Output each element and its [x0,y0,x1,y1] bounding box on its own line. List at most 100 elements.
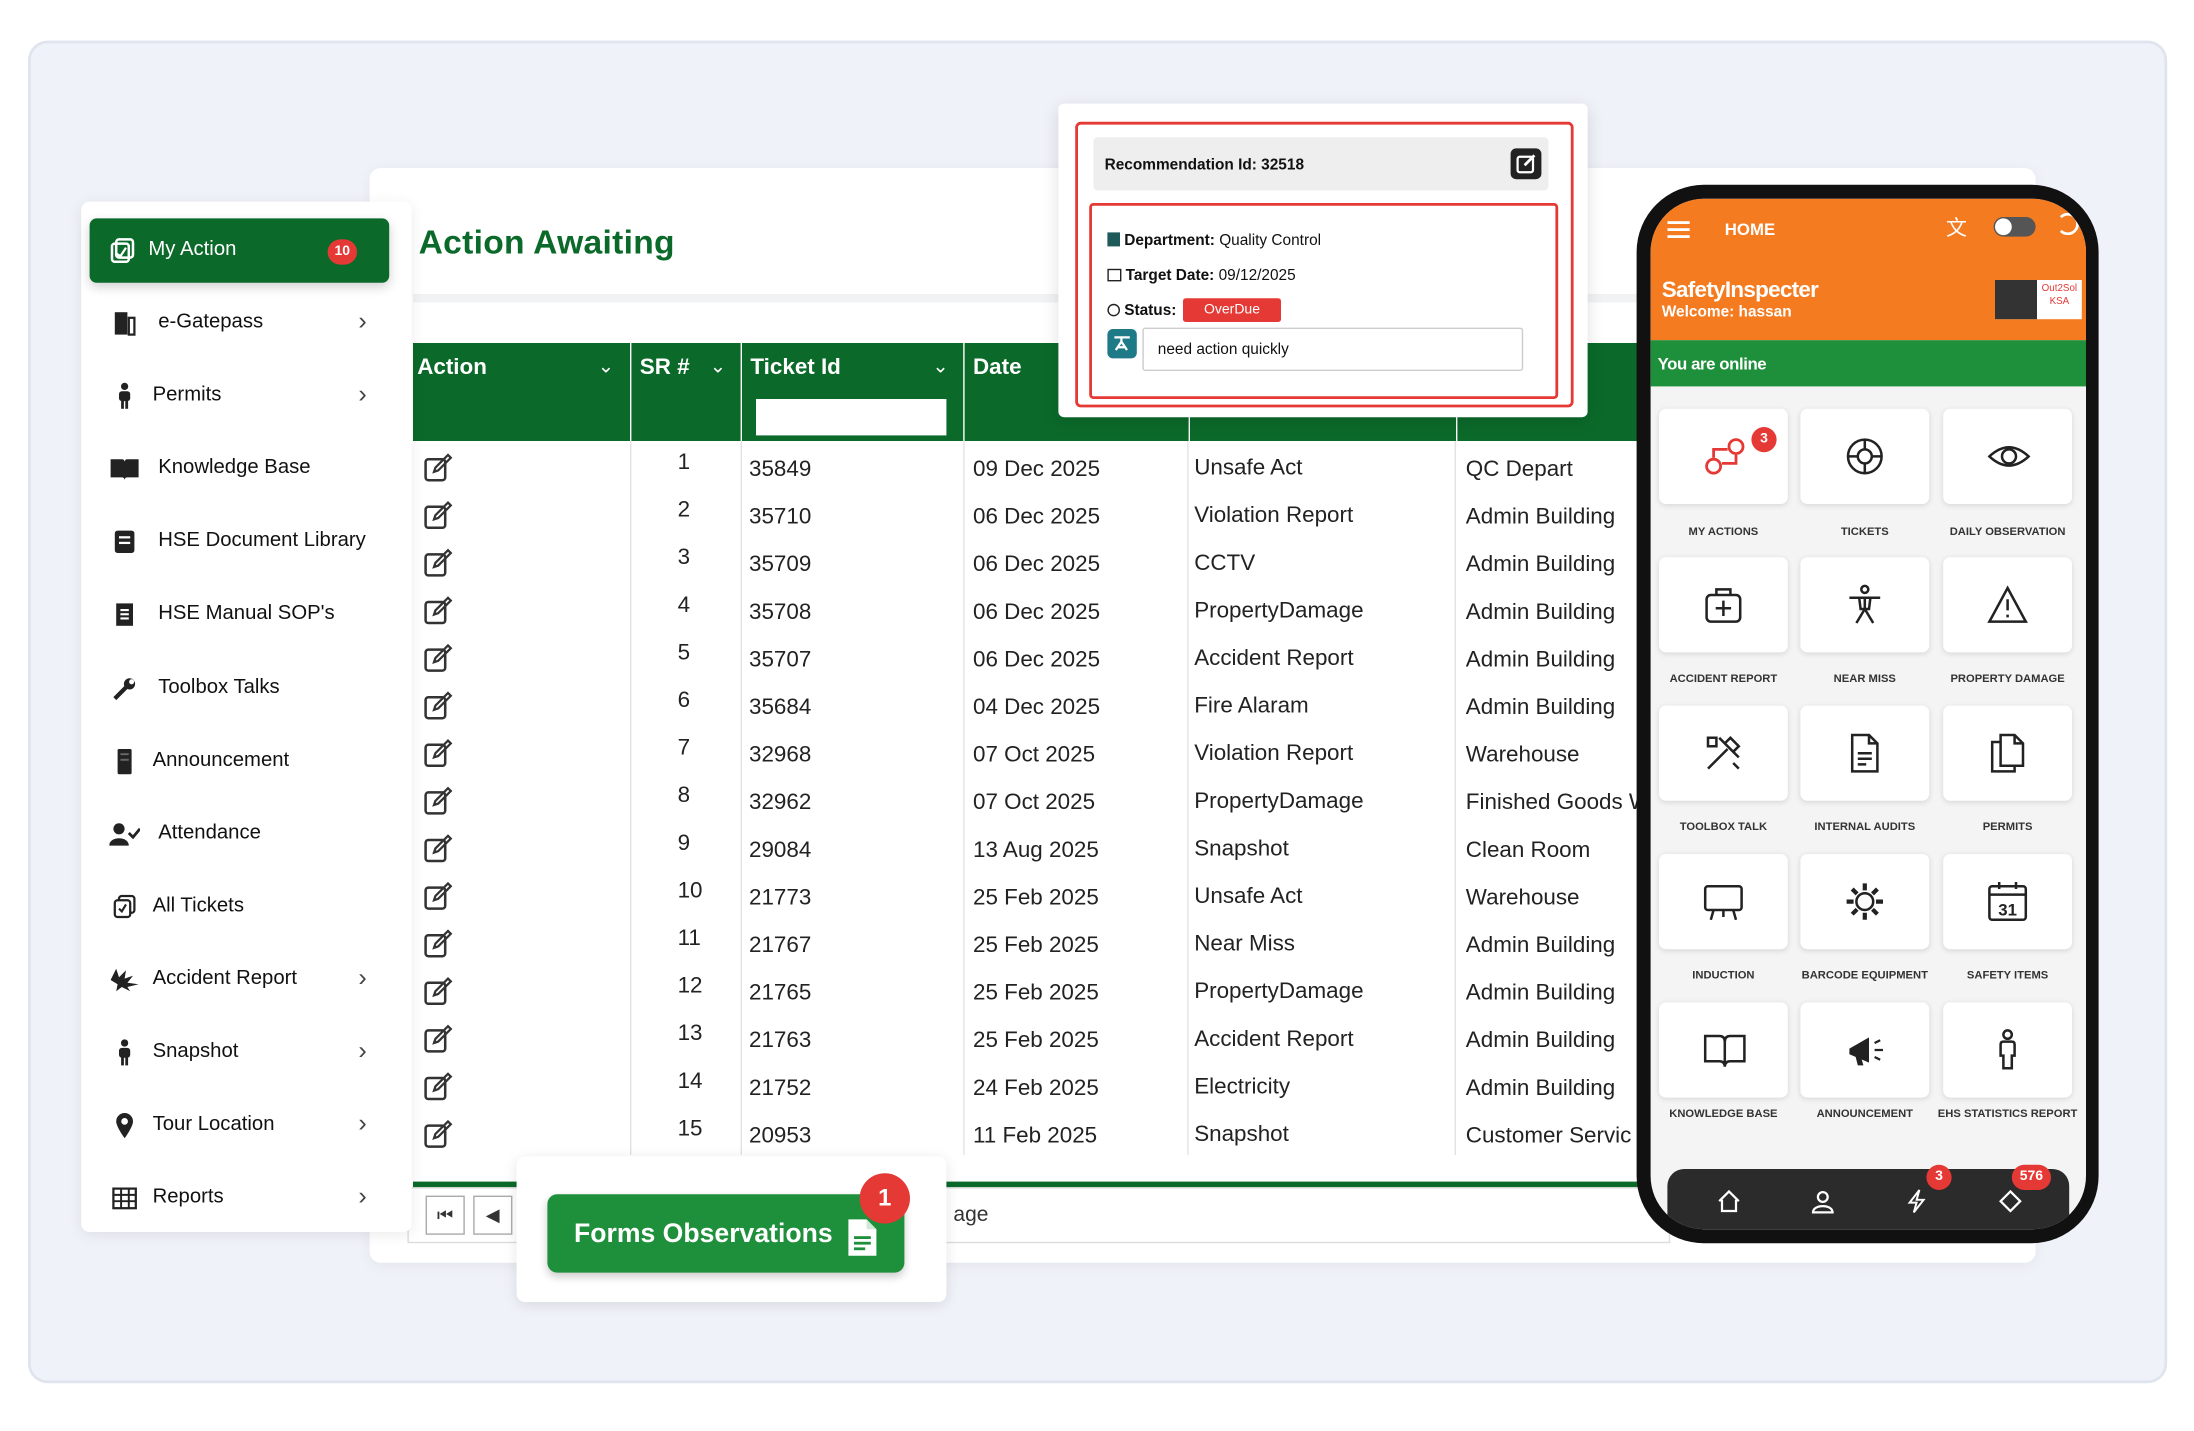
refresh-icon[interactable] [2056,212,2079,236]
tile-barcode-equipment[interactable] [1800,854,1930,950]
app-name: SafetyInspecter [1661,278,1819,303]
edit-icon[interactable] [423,976,454,1007]
first-page-button[interactable]: ⏮ [425,1195,465,1235]
tile-ehs-statistics-report[interactable] [1943,1002,2072,1098]
sidebar-item-snapshot[interactable]: Snapshot › [90,1022,420,1084]
comment-field[interactable]: need action quickly [1142,327,1524,371]
tile-accident-report[interactable] [1659,557,1788,653]
sidebar-item-attendance[interactable]: Attendance [90,803,420,865]
tile-daily-observation[interactable] [1943,408,2072,504]
ticket-id-cell: 21752 [749,1076,812,1101]
sidebar-item-accident-report[interactable]: Accident Report › [90,949,420,1011]
date-cell: 11 Feb 2025 [973,1124,1098,1148]
table-row[interactable]: 13 21763 25 Feb 2025 Accident Report Admin B… [413,1016,1673,1064]
home-icon[interactable] [1716,1189,1741,1214]
sidebar-item-all-tickets[interactable]: All Tickets [90,876,420,938]
tile-announcement[interactable] [1800,1002,1930,1098]
table-row[interactable]: 14 21752 24 Feb 2025 Electricity Admin Build… [413,1064,1673,1112]
tile-induction[interactable] [1659,854,1788,950]
chevron-right-icon[interactable]: › [358,380,386,409]
lightning-icon[interactable] [1904,1189,1929,1214]
ticket-icon[interactable] [1998,1189,2023,1214]
column-ticket-id[interactable]: Ticket Id ⌄ [742,343,965,441]
edit-icon[interactable] [1510,148,1542,180]
sidebar-item-reports[interactable]: Reports › [90,1168,420,1230]
sidebar-item-tour-location[interactable]: Tour Location › [90,1095,420,1157]
tile-my-actions[interactable]: 3 [1659,408,1788,504]
edit-icon[interactable] [423,1071,454,1102]
tile-label: TICKETS [1840,525,1889,538]
tile-internal-audits[interactable] [1800,705,1930,801]
table-row[interactable]: 3 35709 06 Dec 2025 CCTV Admin Building [413,540,1673,588]
type-cell: Violation Report [1194,504,1354,528]
tile-label: MY ACTIONS [1688,525,1759,538]
edit-icon[interactable] [423,1023,454,1054]
edit-icon[interactable] [423,595,454,626]
sidebar-item-permits[interactable]: Permits › [90,366,420,428]
edit-icon[interactable] [423,785,454,816]
sidebar-item-toolbox-talks[interactable]: Toolbox Talks [90,657,420,719]
tile-permits[interactable] [1943,705,2072,801]
table-row[interactable]: 7 32968 07 Oct 2025 Violation Report Warehou… [413,731,1673,779]
column-sr[interactable]: SR # ⌄ [631,343,742,441]
table-row[interactable]: 11 21767 25 Feb 2025 Near Miss Admin Buildin… [413,921,1673,969]
theme-toggle[interactable] [1993,217,2036,237]
edit-icon[interactable] [423,643,454,674]
edit-icon[interactable] [423,833,454,864]
location-cell: Admin Building [1465,1076,1616,1101]
table-row[interactable]: 10 21773 25 Feb 2025 Unsafe Act Warehouse [413,874,1673,922]
sidebar-item-my-action[interactable]: My Action 10 [89,218,390,283]
company-logo: Out2Sol KSA [1995,280,2082,320]
table-row[interactable]: 2 35710 06 Dec 2025 Violation Report Admin B… [413,493,1673,541]
table-row[interactable]: 9 29084 13 Aug 2025 Snapshot Clean Room [413,826,1673,874]
edit-icon[interactable] [423,500,454,531]
profile-icon[interactable] [1810,1189,1835,1214]
table-row[interactable]: 1 35849 09 Dec 2025 Unsafe Act QC Depart [413,445,1673,493]
chevron-right-icon[interactable]: › [358,1182,386,1211]
edit-icon[interactable] [423,690,454,721]
target-date-label: Target Date: [1125,267,1215,285]
translate-icon[interactable] [1107,329,1137,359]
sidebar-item-announcement[interactable]: Announcement [90,730,420,792]
ticket-id-cell: 21765 [749,981,812,1006]
type-cell: Violation Report [1194,742,1354,766]
sidebar-item-hse-document-library[interactable]: HSE Document Library [90,511,420,573]
chevron-down-icon[interactable]: ⌄ [932,354,948,378]
translate-icon[interactable]: 文 [1946,213,1967,242]
ticket-id-cell: 29084 [749,838,812,863]
table-row[interactable]: 12 21765 25 Feb 2025 PropertyDamage Admin Bu… [413,969,1673,1017]
sidebar-item-knowledge-base[interactable]: Knowledge Base [90,438,420,500]
chevron-right-icon[interactable]: › [358,963,386,992]
ticket-filter-input[interactable] [756,399,947,436]
prev-page-button[interactable]: ◀ [473,1195,513,1235]
table-row[interactable]: 6 35684 04 Dec 2025 Fire Alaram Admin Buildi… [413,683,1673,731]
sidebar-item-hse-manual-sop-s[interactable]: HSE Manual SOP's [90,584,420,646]
chevron-down-icon[interactable]: ⌄ [710,354,726,378]
edit-icon[interactable] [423,928,454,959]
menu-icon[interactable] [1667,220,1690,247]
edit-icon[interactable] [423,1119,454,1150]
tile-tickets[interactable] [1800,408,1930,504]
sidebar-item-label: e-Gatepass [158,310,264,334]
table-row[interactable]: 4 35708 06 Dec 2025 PropertyDamage Admin Bui… [413,588,1673,636]
table-row[interactable]: 8 32962 07 Oct 2025 PropertyDamage Finished … [413,778,1673,826]
table-row[interactable]: 15 20953 11 Feb 2025 Snapshot Customer Servi… [413,1112,1673,1160]
edit-icon[interactable] [423,881,454,912]
column-action[interactable]: Action ⌄ [413,343,632,441]
edit-icon[interactable] [423,452,454,483]
chevron-right-icon[interactable]: › [358,1036,386,1065]
person-icon [109,382,140,410]
edit-icon[interactable] [423,547,454,578]
chevron-down-icon[interactable]: ⌄ [598,354,614,378]
tile-near-miss[interactable] [1800,557,1930,653]
pagination-text: age [953,1202,989,1227]
chevron-right-icon[interactable]: › [358,1109,386,1138]
tile-property-damage[interactable] [1943,557,2072,653]
table-row[interactable]: 5 35707 06 Dec 2025 Accident Report Admin Bu… [413,636,1673,684]
tile-safety-items[interactable]: 31 [1943,854,2072,950]
sidebar-item-e-gatepass[interactable]: e-Gatepass › [90,293,420,355]
tile-toolbox-talk[interactable] [1659,705,1788,801]
edit-icon[interactable] [423,738,454,769]
tile-knowledge-base[interactable] [1659,1002,1788,1098]
chevron-right-icon[interactable]: › [358,307,386,336]
